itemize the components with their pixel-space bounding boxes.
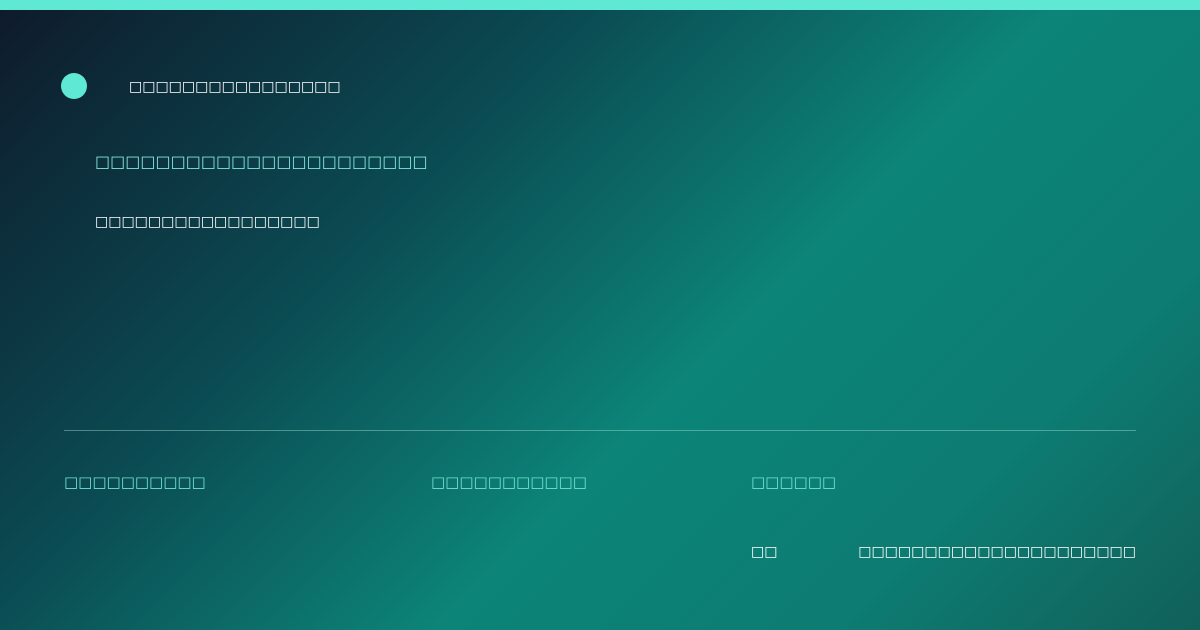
footer-column-label-2: □□□□□□□□□□□ <box>431 473 587 491</box>
top-accent-stripe <box>0 0 1200 10</box>
footer-row-key: □□ <box>751 544 778 560</box>
divider <box>64 430 1136 431</box>
footer-row-value: □□□□□□□□□□□□□□□□□□□□□ <box>858 544 1136 560</box>
footer-column-label-1: □□□□□□□□□□ <box>64 473 206 491</box>
subheadline: □□□□□□□□□□□□□□□□□ <box>95 214 320 230</box>
circle-logo-icon <box>61 73 87 99</box>
brand-name: □□□□□□□□□□□□□□□□ <box>129 79 341 95</box>
headline: □□□□□□□□□□□□□□□□□□□□□□ <box>95 152 428 171</box>
footer-column-label-3: □□□□□□ <box>751 473 837 491</box>
